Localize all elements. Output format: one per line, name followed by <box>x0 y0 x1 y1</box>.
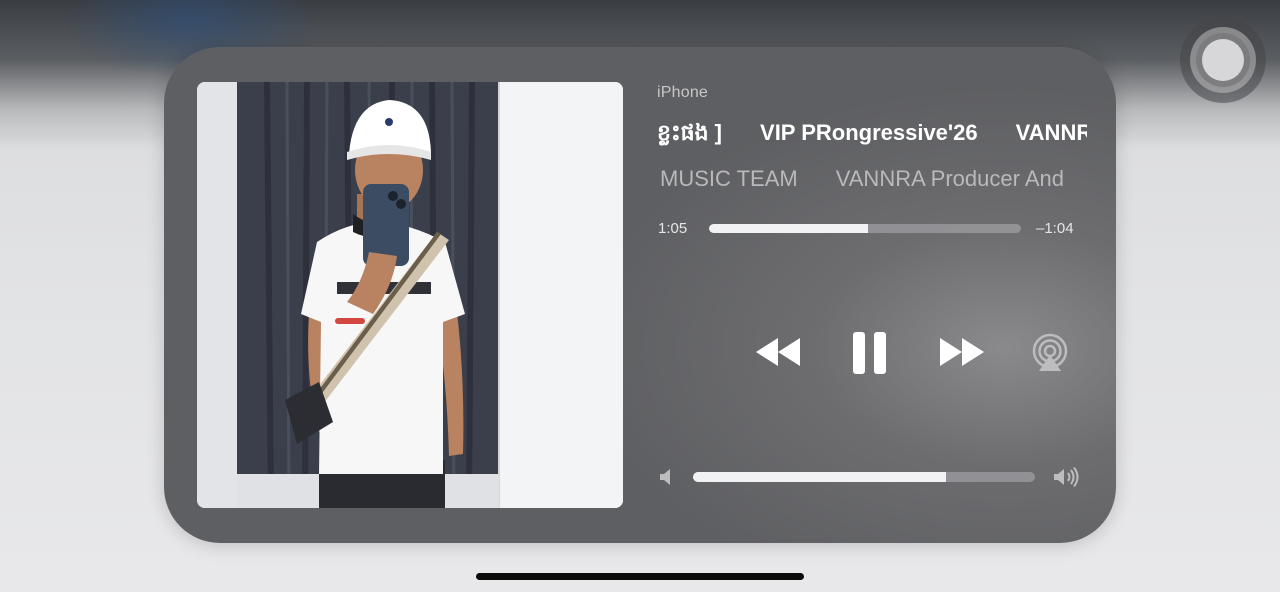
scrubber-fill <box>709 224 869 233</box>
play-pause-button[interactable] <box>850 330 890 376</box>
volume-slider[interactable] <box>693 472 1035 482</box>
playback-scrubber[interactable] <box>709 224 1021 233</box>
assistive-touch-dot <box>1202 39 1244 81</box>
lock-screen: iPhone ខ្លះផង ] VIP PRongressive'26 VANNRA… <box>0 0 1280 592</box>
album-artwork[interactable] <box>197 82 623 508</box>
forward-icon <box>940 338 984 366</box>
output-device-label: iPhone <box>657 84 709 101</box>
artist-part: VANNRA Producer And <box>835 166 1064 191</box>
backward-icon <box>756 338 800 366</box>
speaker-high-icon <box>1054 467 1079 487</box>
fast-forward-button[interactable] <box>938 334 986 370</box>
artist-part: MUSIC TEAM <box>660 166 798 191</box>
track-title-part: VANNRA <box>1015 120 1087 145</box>
track-artist[interactable]: MUSIC TEAM VANNRA Producer And <box>660 166 1088 198</box>
home-indicator[interactable] <box>476 573 804 580</box>
pause-icon <box>853 332 886 374</box>
assistive-touch-button[interactable] <box>1180 17 1266 103</box>
remaining-time: –1:04 <box>1036 220 1074 237</box>
speaker-low-icon <box>660 469 670 485</box>
track-title[interactable]: ខ្លះផង ] VIP PRongressive'26 VANNRA <box>657 119 1087 153</box>
rewind-button[interactable] <box>754 334 802 370</box>
artwork-image <box>197 82 623 508</box>
volume-fill <box>693 472 947 482</box>
elapsed-time: 1:05 <box>658 220 688 237</box>
airplay-button[interactable] <box>1030 333 1070 373</box>
now-playing-widget: iPhone ខ្លះផង ] VIP PRongressive'26 VANNRA… <box>164 47 1116 543</box>
airplay-audio-icon <box>1032 333 1068 371</box>
track-title-part: VIP PRongressive'26 <box>760 120 978 145</box>
track-title-part: ខ្លះផង ] <box>657 120 723 145</box>
